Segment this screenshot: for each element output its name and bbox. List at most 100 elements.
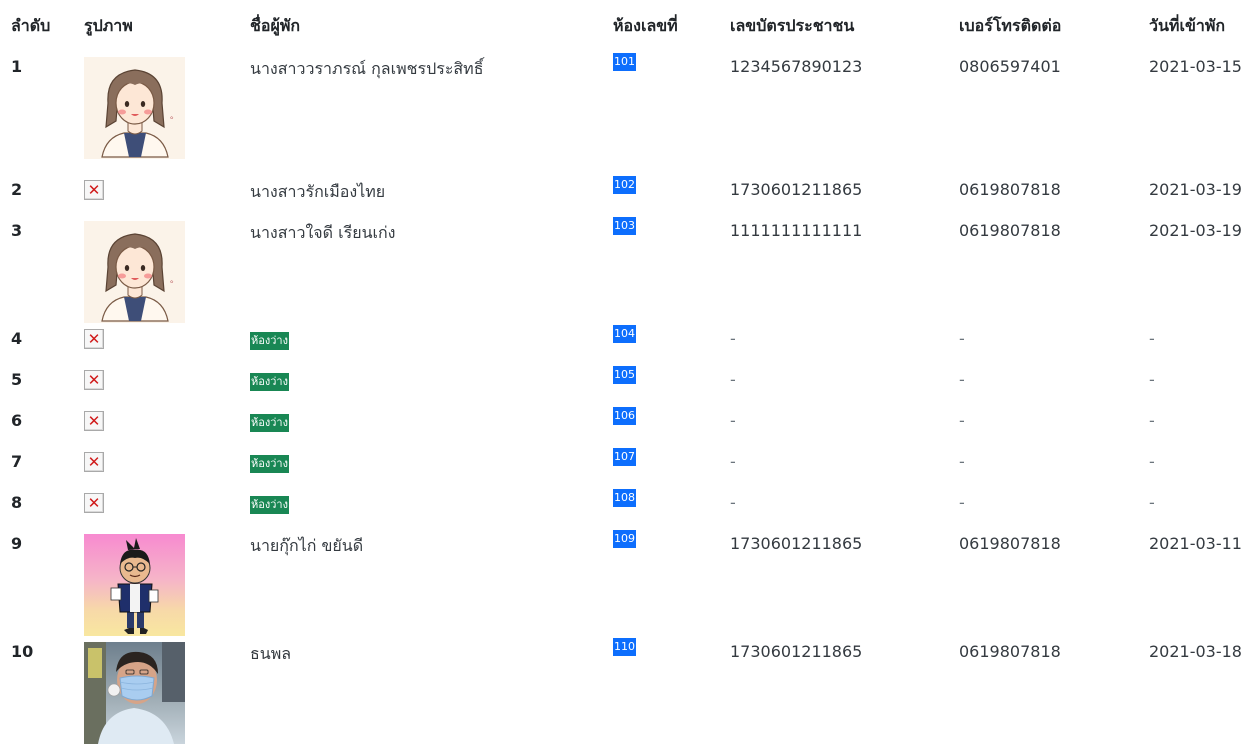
table-row: 3 ✿ นางสาวใจดี เรียนเก่ง 103 1111111111111 06… xyxy=(0,215,1255,323)
room-badge: 109 xyxy=(613,530,636,548)
name-cell: ห้องว่าง xyxy=(250,405,613,446)
name-cell: นายกุ๊กไก่ ขยันดี xyxy=(250,528,613,636)
photo-cell xyxy=(84,636,250,746)
room-badge: 103 xyxy=(613,217,636,235)
id-card-cell: - xyxy=(730,370,736,389)
order-number: 2 xyxy=(11,180,23,199)
room-badge: 105 xyxy=(613,366,636,384)
photo-cell: ✕ xyxy=(84,323,250,364)
room-badge: 107 xyxy=(613,448,636,466)
table-row: 4 ✕ ห้องว่าง 104 - - - xyxy=(0,323,1255,364)
id-card-cell: 1234567890123 xyxy=(730,57,863,76)
broken-image-icon: ✕ xyxy=(84,370,104,390)
broken-image-icon: ✕ xyxy=(84,493,104,513)
id-card-cell: 1730601211865 xyxy=(730,642,863,661)
header-phone: เบอร์โทรติดต่อ xyxy=(959,16,1062,35)
phone-cell: - xyxy=(959,493,965,512)
name-cell: ห้องว่าง xyxy=(250,323,613,364)
room-cell: 109 xyxy=(613,528,730,636)
name-cell: นางสาววราภรณ์ กุลเพชรประสิทธิ์ xyxy=(250,51,613,174)
room-cell: 101 xyxy=(613,51,730,174)
girl-avatar-icon: ✿ xyxy=(84,57,250,159)
phone-cell: - xyxy=(959,370,965,389)
checkin-date-cell: - xyxy=(1149,411,1155,430)
girl-avatar-icon: ✿ xyxy=(84,221,250,323)
photo-cell: ✿ xyxy=(84,51,250,174)
checkin-date-cell: 2021-03-15 xyxy=(1149,57,1242,76)
room-badge: 101 xyxy=(613,53,636,71)
room-cell: 102 xyxy=(613,174,730,215)
guest-name: นางสาวรักเมืองไทย xyxy=(250,182,386,201)
room-badge: 102 xyxy=(613,176,636,194)
photo-cell: ✿ xyxy=(84,215,250,323)
name-cell: ห้องว่าง xyxy=(250,487,613,528)
room-badge: 108 xyxy=(613,489,636,507)
table-row: 1 ✿ นางสาววราภรณ์ กุลเพชรประสิทธิ์ 101 12345… xyxy=(0,51,1255,174)
room-cell: 104 xyxy=(613,323,730,364)
id-card-cell: - xyxy=(730,493,736,512)
photo-cell: ✕ xyxy=(84,174,250,215)
checkin-date-cell: 2021-03-18 xyxy=(1149,642,1242,661)
order-number: 10 xyxy=(11,642,34,661)
room-cell: 103 xyxy=(613,215,730,323)
vacant-badge: ห้องว่าง xyxy=(250,332,289,350)
photo-cell: ✕ xyxy=(84,487,250,528)
order-number: 6 xyxy=(11,411,23,430)
photo-cell xyxy=(84,528,250,636)
checkin-date-cell: 2021-03-11 xyxy=(1149,534,1242,553)
vacant-badge: ห้องว่าง xyxy=(250,496,289,514)
guest-name: นางสาวใจดี เรียนเก่ง xyxy=(250,223,396,242)
name-cell: ห้องว่าง xyxy=(250,364,613,405)
order-number: 8 xyxy=(11,493,23,512)
guest-name: นายกุ๊กไก่ ขยันดี xyxy=(250,536,364,555)
name-cell: ธนพล xyxy=(250,636,613,746)
checkin-date-cell: 2021-03-19 xyxy=(1149,180,1242,199)
header-guest-name: ชื่อผู้พัก xyxy=(250,16,301,35)
id-card-cell: - xyxy=(730,452,736,471)
id-card-cell: 1111111111111 xyxy=(730,221,863,240)
broken-image-icon: ✕ xyxy=(84,452,104,472)
order-number: 5 xyxy=(11,370,23,389)
order-number: 4 xyxy=(11,329,23,348)
header-order: ลำดับ xyxy=(11,16,51,35)
checkin-date-cell: - xyxy=(1149,452,1155,471)
vacant-badge: ห้องว่าง xyxy=(250,455,289,473)
photo-cell: ✕ xyxy=(84,364,250,405)
room-cell: 110 xyxy=(613,636,730,746)
room-badge: 110 xyxy=(613,638,636,656)
order-number: 1 xyxy=(11,57,23,76)
name-cell: นางสาวรักเมืองไทย xyxy=(250,174,613,215)
table-row: 10 ธนพล 110 1730601211865 0619807818 2021-03-… xyxy=(0,636,1255,746)
table-header-row: ลำดับ รูปภาพ ชื่อผู้พัก ห้องเลขที่ เลขบั… xyxy=(0,0,1255,51)
guest-name: ธนพล xyxy=(250,644,292,663)
id-card-cell: - xyxy=(730,411,736,430)
table-row: 5 ✕ ห้องว่าง 105 - - - xyxy=(0,364,1255,405)
broken-image-icon: ✕ xyxy=(84,411,104,431)
guest-name: นางสาววราภรณ์ กุลเพชรประสิทธิ์ xyxy=(250,59,484,78)
phone-cell: - xyxy=(959,329,965,348)
phone-cell: 0619807818 xyxy=(959,180,1061,199)
broken-image-icon: ✕ xyxy=(84,329,104,349)
checkin-date-cell: - xyxy=(1149,329,1155,348)
checkin-date-cell: - xyxy=(1149,370,1155,389)
name-cell: นางสาวใจดี เรียนเก่ง xyxy=(250,215,613,323)
phone-cell: 0806597401 xyxy=(959,57,1061,76)
room-badge: 104 xyxy=(613,325,636,343)
id-card-cell: 1730601211865 xyxy=(730,534,863,553)
photo-cell: ✕ xyxy=(84,405,250,446)
order-number: 3 xyxy=(11,221,23,240)
cartoon-boy-avatar-icon xyxy=(84,534,250,636)
table-row: 9 นายกุ๊กไก่ ขยันดี 109 1730601211865 061980… xyxy=(0,528,1255,636)
table-row: 6 ✕ ห้องว่าง 106 - - - xyxy=(0,405,1255,446)
name-cell: ห้องว่าง xyxy=(250,446,613,487)
phone-cell: 0619807818 xyxy=(959,642,1061,661)
room-cell: 105 xyxy=(613,364,730,405)
guest-table: ลำดับ รูปภาพ ชื่อผู้พัก ห้องเลขที่ เลขบั… xyxy=(0,0,1255,746)
photo-cell: ✕ xyxy=(84,446,250,487)
room-cell: 106 xyxy=(613,405,730,446)
table-row: 8 ✕ ห้องว่าง 108 - - - xyxy=(0,487,1255,528)
room-cell: 108 xyxy=(613,487,730,528)
order-number: 9 xyxy=(11,534,23,553)
person-with-mask-photo xyxy=(84,642,250,744)
table-row: 2 ✕ นางสาวรักเมืองไทย 102 1730601211865 06198… xyxy=(0,174,1255,215)
